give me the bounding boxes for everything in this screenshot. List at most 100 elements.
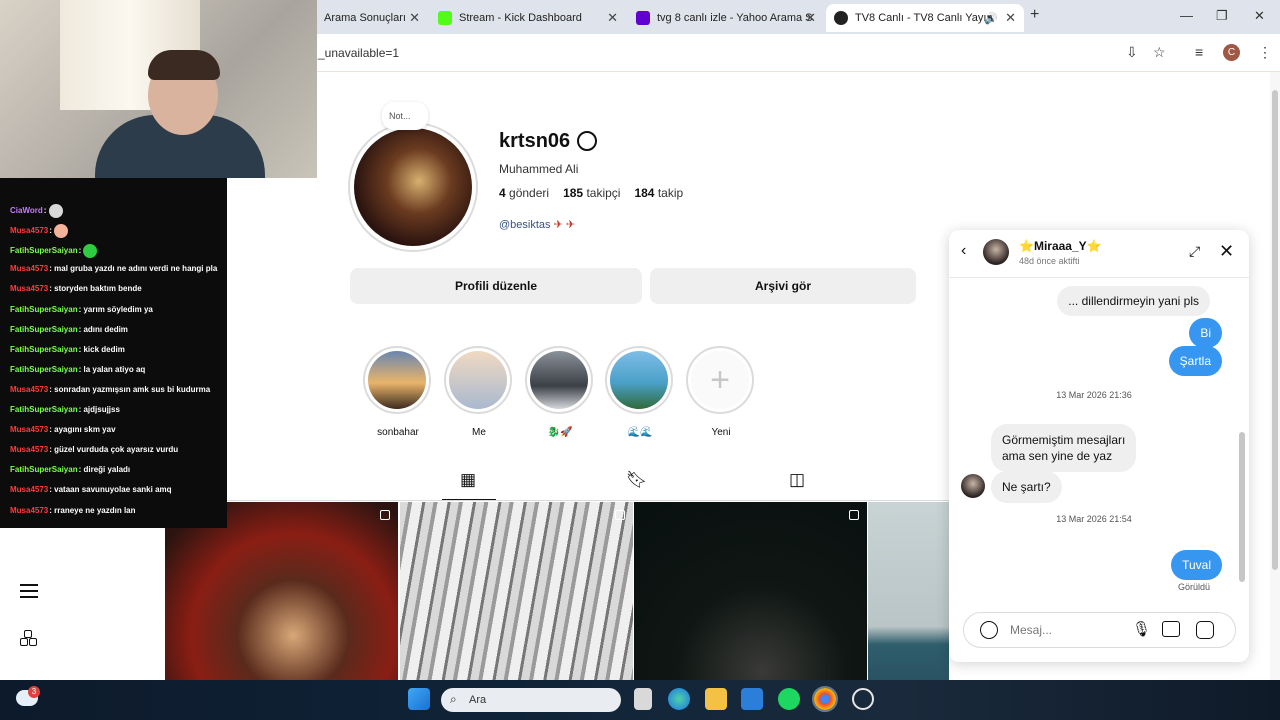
store-icon[interactable] [741, 688, 763, 710]
sent-message-bubble[interactable]: Tuval [1171, 550, 1222, 580]
chat-username[interactable]: Musa4573 [10, 425, 48, 434]
chat-username[interactable]: Musa4573 [10, 264, 48, 273]
following-stat[interactable]: 184 takip [634, 186, 683, 200]
chat-message: FatihSuperSaiyan: kick dedim [10, 344, 125, 354]
post-thumbnail[interactable] [634, 502, 867, 680]
chat-username[interactable]: Musa4573 [10, 506, 48, 515]
edge-browser-icon[interactable] [668, 688, 690, 710]
search-icon: ⌕ [450, 692, 457, 706]
close-icon[interactable]: ✕ [805, 10, 816, 26]
chat-username[interactable]: Musa4573 [10, 284, 48, 293]
new-highlight-button[interactable]: + Yeni [686, 346, 756, 438]
highlight-label: 🐉🚀 [547, 427, 573, 438]
tab-yahoo-search[interactable]: tvg 8 canlı izle - Yahoo Arama S ✕ [628, 4, 824, 32]
highlight-label: Me [472, 427, 486, 438]
menu-kebab-icon[interactable]: ⋮ [1258, 44, 1272, 61]
chat-username[interactable]: FatihSuperSaiyan [10, 246, 78, 255]
tab-divider [227, 500, 949, 501]
close-icon[interactable]: ✕ [1005, 10, 1016, 26]
highlight-item[interactable]: Me [444, 346, 514, 438]
post-thumbnail[interactable] [400, 502, 633, 680]
chat-username[interactable]: FatihSuperSaiyan [10, 465, 78, 474]
minimize-icon[interactable]: — [1180, 8, 1193, 23]
task-view-icon[interactable] [634, 688, 652, 710]
back-chevron-icon[interactable]: ‹ [961, 242, 966, 260]
chat-username[interactable]: CiaWord [10, 206, 43, 215]
spotify-icon[interactable] [778, 688, 800, 710]
install-app-icon[interactable]: ⇩ [1126, 44, 1138, 61]
saved-bookmark-icon[interactable]: 🔖︎ [626, 470, 648, 490]
more-apps-icon[interactable] [20, 630, 38, 650]
windows-start-icon[interactable] [408, 688, 430, 710]
chat-username[interactable]: FatihSuperSaiyan [10, 325, 78, 334]
kick-icon [438, 11, 452, 25]
profile-note[interactable]: Not... [382, 102, 428, 130]
hamburger-menu-icon[interactable] [20, 584, 38, 598]
profile-link[interactable]: @besiktas ✈ ✈ [499, 218, 575, 231]
followers-stat[interactable]: 185 takipçi [563, 186, 620, 200]
sent-message-bubble[interactable]: Şartla [1168, 346, 1222, 376]
chat-message: CiaWord: [10, 204, 63, 218]
window-close-icon[interactable]: ✕ [1254, 8, 1265, 24]
new-tab-button[interactable]: + [1030, 6, 1039, 24]
dm-avatar[interactable] [983, 239, 1009, 265]
emoji-icon[interactable] [980, 621, 998, 639]
tagged-icon[interactable]: ◫ [789, 470, 805, 490]
highlight-item[interactable]: 🐉🚀 [525, 346, 595, 438]
microphone-icon[interactable]: 🎙︎ [1132, 620, 1151, 638]
obs-icon[interactable] [852, 688, 874, 710]
tab-search-results[interactable]: Arama Sonuçları ✕ [316, 4, 428, 32]
chat-message: FatihSuperSaiyan: yarım söyledim ya [10, 304, 153, 314]
highlight-item[interactable]: 🌊🌊 [605, 346, 675, 438]
message-timestamp: 13 Mar 2026 21:36 [1056, 390, 1132, 400]
view-archive-button[interactable]: Arşivi gör [650, 268, 916, 304]
tab-kick-dashboard[interactable]: Stream - Kick Dashboard ✕ [430, 4, 626, 32]
received-message-bubble[interactable]: Ne şartı? [991, 471, 1062, 504]
taskbar-search[interactable]: ⌕ Ara [441, 688, 621, 712]
webcam-overlay [0, 0, 317, 178]
profile-username: krtsn06 [499, 130, 571, 152]
highlight-item[interactable]: sonbahar [363, 346, 433, 438]
dm-active-status: 48d önce aktifti [1019, 256, 1080, 266]
chat-username[interactable]: FatihSuperSaiyan [10, 365, 78, 374]
chat-username[interactable]: FatihSuperSaiyan [10, 345, 78, 354]
dm-scrollbar[interactable] [1239, 282, 1245, 582]
received-message-bubble[interactable]: ... dillendirmeyin yani pls [1057, 286, 1210, 316]
message-input[interactable]: Mesaj... [1010, 623, 1052, 637]
dm-contact-name[interactable]: ⭐Miraaa_Y⭐ [1019, 239, 1102, 253]
bookmark-star-icon[interactable]: ☆ [1153, 44, 1166, 61]
chat-username[interactable]: FatihSuperSaiyan [10, 405, 78, 414]
chrome-icon[interactable] [812, 686, 838, 712]
tab-label: TV8 Canlı - TV8 Canlı Yayın [855, 12, 993, 24]
file-explorer-icon[interactable] [705, 688, 727, 710]
message-composer[interactable]: Mesaj... 🎙︎ [963, 612, 1236, 648]
profile-avatar[interactable]: C [1223, 44, 1240, 61]
received-message-bubble[interactable]: Görmemiştim mesajları ama sen yine de ya… [991, 424, 1137, 473]
speaker-icon[interactable]: 🔊 [984, 12, 998, 25]
expand-icon[interactable]: ⤢ [1189, 243, 1200, 260]
sticker-icon[interactable] [1196, 621, 1214, 639]
chat-username[interactable]: Musa4573 [10, 385, 48, 394]
chat-username[interactable]: FatihSuperSaiyan [10, 305, 78, 314]
chat-username[interactable]: Musa4573 [10, 485, 48, 494]
multi-image-icon [849, 510, 859, 520]
settings-gear-icon[interactable] [577, 131, 597, 151]
chat-username[interactable]: Musa4573 [10, 226, 48, 235]
media-queue-icon[interactable]: ≡ [1195, 44, 1203, 60]
post-thumbnail[interactable] [868, 502, 949, 680]
close-icon[interactable]: ✕ [409, 10, 420, 26]
image-icon[interactable] [1162, 621, 1180, 637]
maximize-icon[interactable]: ❐ [1216, 8, 1228, 24]
page-scrollbar[interactable] [1270, 72, 1280, 680]
sent-message-bubble[interactable]: Bi [1189, 318, 1222, 348]
posts-grid-icon[interactable]: ▦ [460, 470, 476, 490]
edit-profile-button[interactable]: Profili düzenle [350, 268, 642, 304]
close-icon[interactable]: ✕ [607, 10, 618, 26]
tab-tv8-live[interactable]: TV8 Canlı - TV8 Canlı Yayın 🔊 ✕ [826, 4, 1024, 32]
url-field[interactable]: _unavailable=1 [318, 46, 399, 60]
chat-username[interactable]: Musa4573 [10, 445, 48, 454]
profile-picture[interactable] [348, 122, 478, 252]
post-thumbnail[interactable] [165, 502, 398, 680]
close-icon[interactable]: ✕ [1219, 241, 1234, 262]
sender-avatar[interactable] [961, 474, 985, 498]
